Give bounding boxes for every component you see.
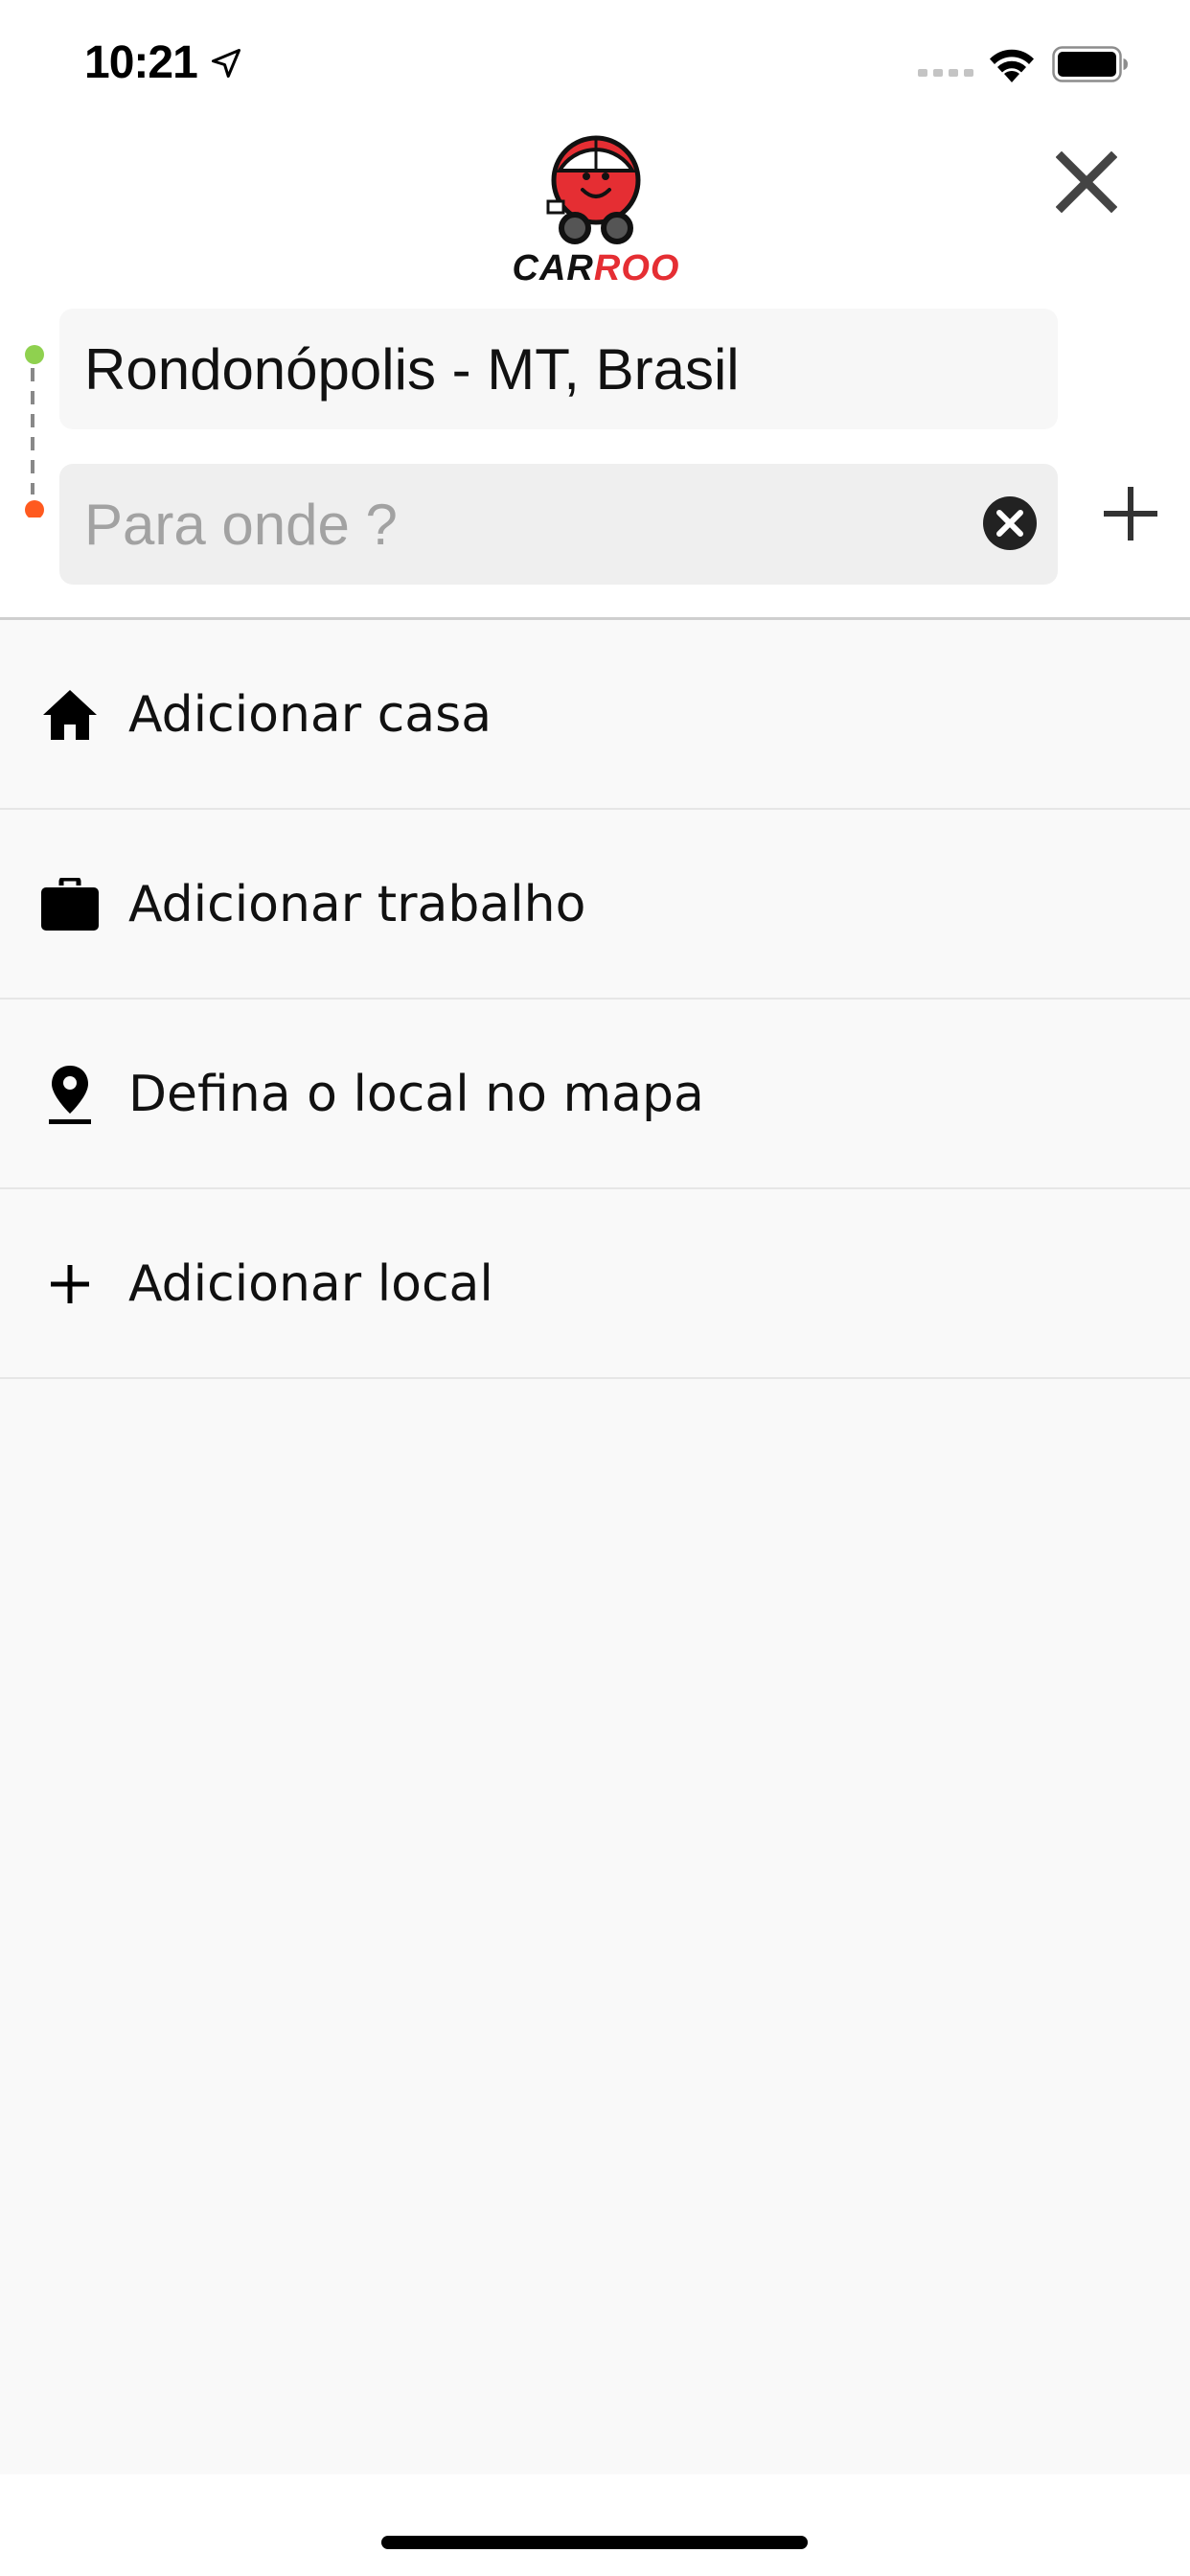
cellular-signal-icon: [918, 69, 973, 77]
list-item-label: Defina o local no mapa: [128, 1066, 704, 1123]
origin-field[interactable]: Rondonópolis - MT, Brasil: [59, 309, 1058, 429]
add-stop-button[interactable]: [1092, 475, 1169, 552]
list-item-set-on-map[interactable]: Defina o local no mapa: [0, 1000, 1190, 1189]
list-item-label: Adicionar local: [128, 1255, 493, 1313]
saved-places-list: Adicionar casa Adicionar trabalho Defina…: [0, 620, 1190, 2474]
carroo-logo: CARROO: [513, 135, 680, 286]
list-item-add-place[interactable]: Adicionar local: [0, 1189, 1190, 1379]
origin-value: Rondonópolis - MT, Brasil: [84, 336, 740, 402]
location-arrow-icon: [212, 49, 240, 78]
svg-text:CARROO: CARROO: [513, 248, 680, 286]
close-icon: [1056, 151, 1117, 213]
home-indicator: [381, 2536, 808, 2549]
destination-input[interactable]: [84, 464, 947, 585]
destination-dot: [25, 500, 44, 518]
route-indicator: [25, 345, 44, 518]
status-time: 10:21: [84, 37, 198, 88]
briefcase-icon: [36, 871, 103, 938]
origin-dot: [25, 345, 44, 364]
logo-text-roo: ROO: [594, 248, 680, 286]
list-item-label: Adicionar casa: [128, 686, 492, 744]
close-button[interactable]: [1048, 144, 1125, 220]
list-item-add-work[interactable]: Adicionar trabalho: [0, 810, 1190, 1000]
list-item-add-home[interactable]: Adicionar casa: [0, 620, 1190, 810]
wifi-icon: [990, 49, 1034, 82]
status-bar: 10:21: [0, 0, 1190, 125]
list-item-label: Adicionar trabalho: [128, 876, 586, 933]
map-pin-icon: [36, 1061, 103, 1128]
clear-input-button[interactable]: [979, 493, 1041, 554]
destination-field-container: [59, 464, 1058, 585]
home-icon: [36, 681, 103, 748]
plus-icon: [36, 1251, 103, 1318]
logo-text-car: CAR: [513, 248, 594, 286]
battery-icon: [1052, 46, 1128, 82]
